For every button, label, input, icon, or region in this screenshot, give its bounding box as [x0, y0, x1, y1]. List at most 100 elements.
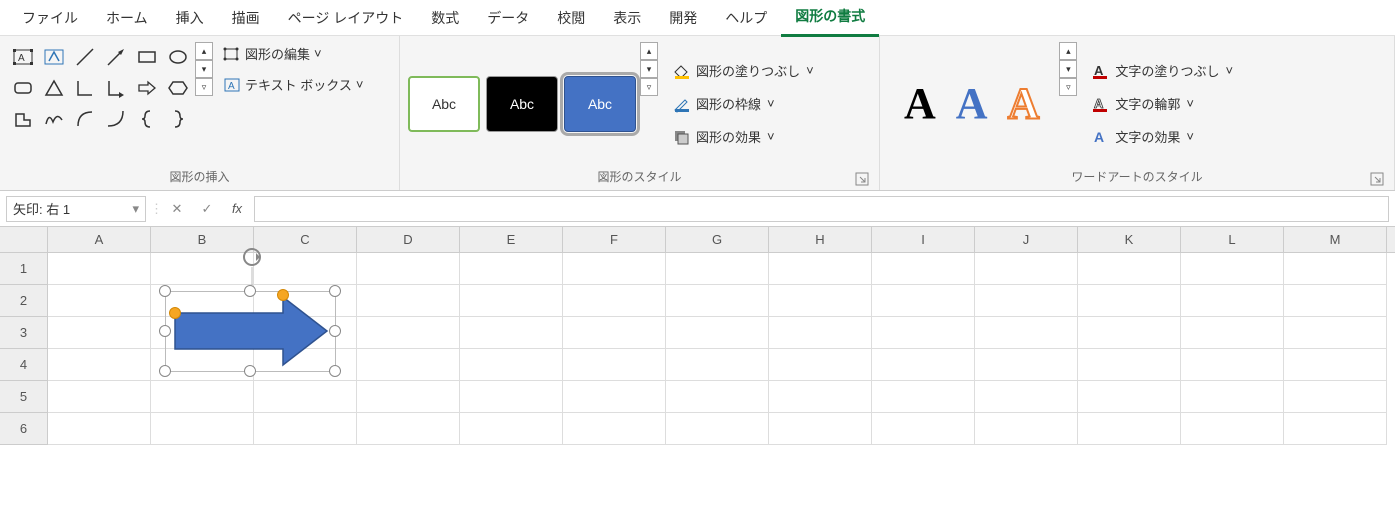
- shape-textbox2-icon[interactable]: [39, 42, 69, 72]
- cell[interactable]: [1284, 317, 1387, 349]
- shape-rectangle-icon[interactable]: [132, 42, 162, 72]
- cell[interactable]: [254, 413, 357, 445]
- cell[interactable]: [563, 253, 666, 285]
- tab-help[interactable]: ヘルプ: [711, 0, 781, 36]
- cell[interactable]: [666, 317, 769, 349]
- cell[interactable]: [872, 317, 975, 349]
- shape-arc-icon[interactable]: [70, 104, 100, 134]
- cell[interactable]: [975, 381, 1078, 413]
- cell[interactable]: [357, 317, 460, 349]
- col-header[interactable]: D: [357, 227, 460, 252]
- cell[interactable]: [357, 253, 460, 285]
- tab-view[interactable]: 表示: [599, 0, 655, 36]
- cell[interactable]: [563, 381, 666, 413]
- tab-insert[interactable]: 挿入: [162, 0, 218, 36]
- shape-gallery-down[interactable]: ▾: [195, 60, 213, 78]
- shape-arrow-line-icon[interactable]: [101, 42, 131, 72]
- shape-l-connector-icon[interactable]: [70, 73, 100, 103]
- shape-hexagon-icon[interactable]: [163, 73, 193, 103]
- cell[interactable]: [666, 413, 769, 445]
- resize-handle-n[interactable]: [244, 285, 256, 297]
- cell[interactable]: [460, 253, 563, 285]
- cell[interactable]: [1181, 381, 1284, 413]
- cell[interactable]: [1078, 253, 1181, 285]
- shape-style-1[interactable]: Abc: [408, 76, 480, 132]
- text-effects-button[interactable]: A 文字の効果 ˅: [1087, 125, 1237, 148]
- shape-style-2[interactable]: Abc: [486, 76, 558, 132]
- tab-developer[interactable]: 開発: [655, 0, 711, 36]
- cell[interactable]: [460, 285, 563, 317]
- cell[interactable]: [1181, 413, 1284, 445]
- tab-review[interactable]: 校閲: [543, 0, 599, 36]
- cell[interactable]: [563, 413, 666, 445]
- resize-handle-ne[interactable]: [329, 285, 341, 297]
- cell[interactable]: [151, 413, 254, 445]
- cell[interactable]: [1181, 285, 1284, 317]
- cell[interactable]: [872, 285, 975, 317]
- shape-style-gallery[interactable]: Abc Abc Abc: [408, 42, 636, 165]
- cell[interactable]: [666, 349, 769, 381]
- cell[interactable]: [460, 349, 563, 381]
- shape-effects-button[interactable]: 図形の効果 ˅: [668, 125, 818, 148]
- cell[interactable]: [1078, 413, 1181, 445]
- cell[interactable]: [48, 349, 151, 381]
- wordart-more[interactable]: ▿: [1059, 78, 1077, 96]
- col-header[interactable]: M: [1284, 227, 1387, 252]
- shape-rounded-rect-icon[interactable]: [8, 73, 38, 103]
- cell[interactable]: [872, 349, 975, 381]
- shape-block-arrow-icon[interactable]: [132, 73, 162, 103]
- cell[interactable]: [1078, 349, 1181, 381]
- cell[interactable]: [357, 349, 460, 381]
- cell[interactable]: [1181, 317, 1284, 349]
- shape-triangle-icon[interactable]: [39, 73, 69, 103]
- cell[interactable]: [1284, 413, 1387, 445]
- cell[interactable]: [254, 253, 357, 285]
- wordart-up[interactable]: ▴: [1059, 42, 1077, 60]
- cell[interactable]: [48, 317, 151, 349]
- cell[interactable]: [48, 253, 151, 285]
- shape-gallery-up[interactable]: ▴: [195, 42, 213, 60]
- resize-handle-nw[interactable]: [159, 285, 171, 297]
- insert-function-button[interactable]: fx: [224, 196, 250, 222]
- cell[interactable]: [1078, 285, 1181, 317]
- cell[interactable]: [975, 285, 1078, 317]
- col-header[interactable]: H: [769, 227, 872, 252]
- tab-home[interactable]: ホーム: [92, 0, 162, 36]
- shape-style-down[interactable]: ▾: [640, 60, 658, 78]
- shape-gallery-more[interactable]: ▿: [195, 78, 213, 96]
- col-header[interactable]: C: [254, 227, 357, 252]
- tab-formulas[interactable]: 数式: [417, 0, 473, 36]
- col-header[interactable]: F: [563, 227, 666, 252]
- cell[interactable]: [975, 253, 1078, 285]
- shape-gallery[interactable]: A: [8, 42, 193, 165]
- cell[interactable]: [1181, 349, 1284, 381]
- wordart-style-2[interactable]: A: [956, 78, 988, 129]
- col-header[interactable]: A: [48, 227, 151, 252]
- cell[interactable]: [460, 317, 563, 349]
- cancel-formula-button[interactable]: ✕: [164, 196, 190, 222]
- shape-scribble-icon[interactable]: [39, 104, 69, 134]
- select-all-corner[interactable]: [0, 227, 48, 252]
- text-fill-button[interactable]: A 文字の塗りつぶし ˅: [1087, 59, 1237, 82]
- name-box[interactable]: 矢印: 右 1 ▾: [6, 196, 146, 222]
- cell[interactable]: [769, 349, 872, 381]
- col-header[interactable]: B: [151, 227, 254, 252]
- cell[interactable]: [563, 285, 666, 317]
- cell[interactable]: [254, 381, 357, 413]
- cell[interactable]: [666, 381, 769, 413]
- cell[interactable]: [563, 317, 666, 349]
- cell[interactable]: [357, 381, 460, 413]
- row-header[interactable]: 5: [0, 381, 48, 413]
- cell[interactable]: [460, 381, 563, 413]
- resize-handle-e[interactable]: [329, 325, 341, 337]
- cell[interactable]: [872, 413, 975, 445]
- right-arrow-shape[interactable]: [165, 291, 335, 371]
- dialog-launcher-icon[interactable]: [1370, 172, 1384, 186]
- dialog-launcher-icon[interactable]: [855, 172, 869, 186]
- cell[interactable]: [48, 285, 151, 317]
- shape-style-more[interactable]: ▿: [640, 78, 658, 96]
- row-header[interactable]: 6: [0, 413, 48, 445]
- tab-page-layout[interactable]: ページ レイアウト: [274, 0, 418, 36]
- cell[interactable]: [769, 381, 872, 413]
- cell[interactable]: [1078, 317, 1181, 349]
